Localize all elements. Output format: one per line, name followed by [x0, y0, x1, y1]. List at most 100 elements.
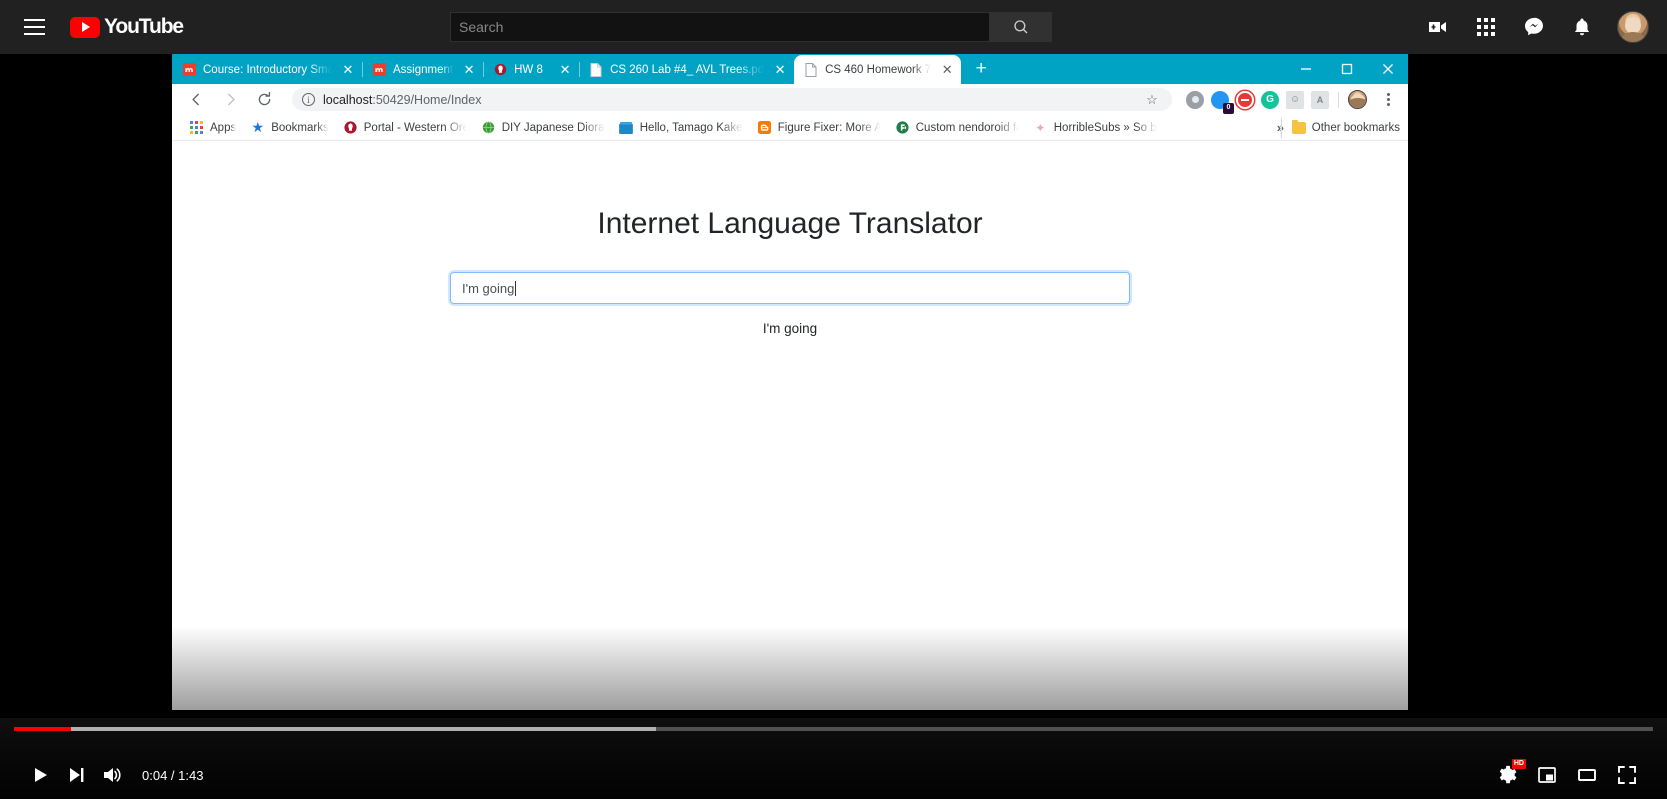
controls-row: 0:04 / 1:43 HD	[0, 751, 1667, 799]
extension-badge-count: 0	[1223, 102, 1234, 114]
other-bookmarks-label: Other bookmarks	[1311, 121, 1400, 134]
close-button[interactable]	[1367, 54, 1408, 84]
document-icon	[804, 62, 818, 77]
address-bar[interactable]: i localhost:50429/Home/Index ☆	[292, 88, 1172, 111]
maximize-button[interactable]	[1326, 54, 1367, 84]
extensions-row: 0 G ☺ A	[1186, 90, 1398, 114]
search-icon	[1013, 20, 1027, 34]
site-info-icon[interactable]: i	[302, 93, 315, 106]
chrome-browser-window: Course: Introductory Smart Ph ✕ Assignme…	[172, 54, 1408, 710]
reload-icon[interactable]	[252, 87, 277, 112]
tab-close-button[interactable]: ✕	[557, 62, 573, 78]
text-caret	[515, 280, 517, 296]
bookmark-label: Apps	[210, 121, 237, 134]
back-arrow-icon[interactable]	[184, 87, 209, 112]
blue-person-extension-icon[interactable]: 0	[1211, 90, 1234, 114]
bookmark-label: DIY Japanese Dioram	[501, 121, 605, 134]
translator-input-field[interactable]: I'm going	[450, 272, 1130, 304]
bookmark-label: Bookmarks	[271, 121, 329, 134]
volume-icon	[104, 768, 121, 782]
next-video-button[interactable]	[58, 757, 94, 793]
page-fade-overlay	[172, 626, 1408, 710]
chrome-profile-avatar[interactable]	[1348, 90, 1367, 109]
notifications-bell-icon[interactable]	[1569, 14, 1595, 40]
adblock-extension-icon[interactable]	[1236, 90, 1254, 109]
theater-mode-button[interactable]	[1569, 757, 1605, 793]
bookmark-label: Portal - Western Oreg	[363, 121, 467, 134]
youtube-logo-text: YouTube	[104, 15, 184, 38]
bookmark-label: Figure Fixer: More Ab	[777, 121, 881, 134]
grammarly-extension-icon[interactable]: G	[1261, 90, 1279, 109]
create-video-icon[interactable]	[1425, 14, 1451, 40]
window-controls	[1285, 54, 1408, 84]
translator-output-text: I'm going	[762, 321, 818, 336]
tab-label: CS 260 Lab #4_ AVL Trees.pdf	[610, 63, 765, 76]
search-button[interactable]	[990, 12, 1052, 42]
portal-icon	[343, 120, 358, 135]
translator-input-value: I'm going	[462, 280, 515, 296]
kebab-menu-icon[interactable]	[1378, 93, 1398, 106]
new-tab-button[interactable]: +	[967, 55, 995, 83]
tab-close-button[interactable]: ✕	[461, 62, 477, 78]
moodle-icon	[182, 63, 196, 77]
fullscreen-button[interactable]	[1609, 757, 1645, 793]
bookmark-portal-western-oregon[interactable]: Portal - Western Oreg	[336, 117, 474, 139]
bookmarks-bar: Apps ★ Bookmarks Portal - Western Oreg D…	[172, 115, 1408, 141]
bookmark-apps[interactable]: Apps	[182, 117, 243, 139]
moodle-icon	[372, 63, 386, 77]
tab-close-button[interactable]: ✕	[340, 62, 356, 78]
bookmark-star-icon[interactable]: ☆	[1142, 90, 1162, 110]
progress-bar[interactable]	[14, 727, 1653, 731]
avatar[interactable]	[1617, 11, 1649, 43]
tab-assignment[interactable]: Assignment ✕	[362, 55, 485, 84]
youtube-logo[interactable]: YouTube	[70, 15, 184, 39]
progress-loaded	[14, 727, 657, 731]
settings-button[interactable]: HD	[1489, 757, 1526, 793]
bookmark-horriblesubs[interactable]: ✦ HorribleSubs » So ba	[1026, 117, 1164, 139]
honey-extension-icon[interactable]: ☺	[1286, 90, 1304, 109]
blue-box-icon	[619, 120, 634, 135]
bookmark-custom-nendoroid[interactable]: Custom nendoroid fa	[888, 117, 1026, 139]
bookmark-diy-japanese-diorama[interactable]: DIY Japanese Dioram	[474, 117, 612, 139]
messages-icon[interactable]	[1521, 14, 1547, 40]
tab-close-button[interactable]: ✕	[939, 62, 955, 78]
tab-label: HW 8	[514, 63, 543, 76]
adobe-extension-icon[interactable]: A	[1311, 90, 1329, 109]
apps-grid-icon	[189, 120, 204, 135]
masthead-icons	[1425, 0, 1649, 54]
minimize-button[interactable]	[1285, 54, 1326, 84]
tab-label: CS 460 Homework 7	[825, 63, 932, 76]
play-button[interactable]	[22, 757, 58, 793]
hamburger-menu-icon[interactable]	[14, 7, 54, 47]
tab-label: Course: Introductory Smart Ph	[203, 63, 332, 76]
bookmark-bookmarks[interactable]: ★ Bookmarks	[243, 117, 336, 139]
tab-hw-8[interactable]: HW 8 ✕	[483, 55, 581, 84]
tab-course-introductory-smart-ph[interactable]: Course: Introductory Smart Ph ✕	[172, 55, 363, 84]
tab-cs-260-lab-4-avl-trees-pdf[interactable]: CS 260 Lab #4_ AVL Trees.pdf ✕	[579, 55, 796, 84]
bookmark-hello-tamago-kake[interactable]: Hello, Tamago Kake G	[612, 117, 750, 139]
apps-grid-icon[interactable]	[1473, 14, 1499, 40]
play-icon	[35, 768, 47, 782]
folder-icon	[1291, 119, 1306, 134]
video-player-controls: 0:04 / 1:43 HD	[0, 718, 1667, 799]
web-page-content: Internet Language Translator I'm going I…	[172, 141, 1408, 710]
forward-arrow-icon[interactable]	[218, 87, 243, 112]
tab-label: Assignment	[393, 63, 454, 76]
other-bookmarks-button[interactable]: Other bookmarks	[1280, 117, 1400, 138]
gray-circle-extension-icon[interactable]	[1186, 90, 1204, 109]
time-display: 0:04 / 1:43	[142, 767, 204, 783]
miniplayer-button[interactable]	[1529, 757, 1565, 793]
url-path: :50429/Home/Index	[372, 92, 482, 107]
bookmark-figure-fixer[interactable]: Figure Fixer: More Ab	[750, 117, 888, 139]
search-input[interactable]	[450, 12, 990, 42]
volume-button[interactable]	[94, 757, 130, 793]
blogger-icon	[757, 120, 772, 135]
omnibox-row: i localhost:50429/Home/Index ☆ 0 G ☺ A	[172, 84, 1408, 115]
tab-close-button[interactable]: ✕	[772, 62, 788, 78]
green-globe-icon	[481, 120, 496, 135]
url-host: localhost	[323, 92, 373, 107]
youtube-play-icon	[70, 16, 100, 38]
sparkle-icon: ✦	[1035, 120, 1046, 135]
miniplayer-icon	[1538, 767, 1556, 783]
tab-cs-460-homework-7[interactable]: CS 460 Homework 7 ✕	[794, 55, 962, 84]
